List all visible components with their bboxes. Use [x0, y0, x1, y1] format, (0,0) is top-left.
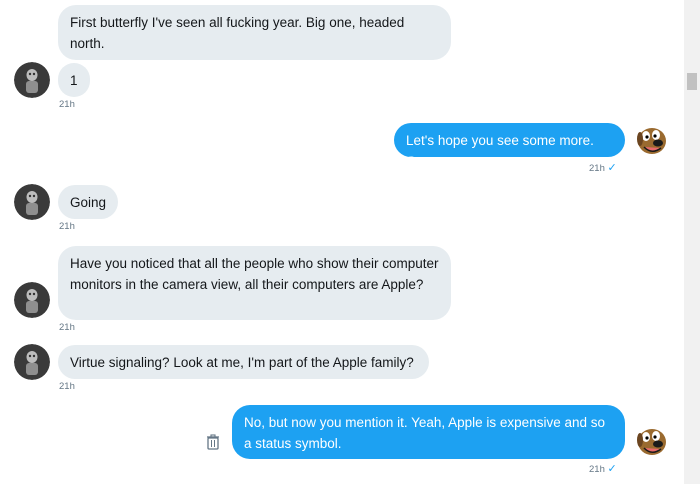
dog-cartoon-avatar-icon — [634, 122, 670, 158]
dog-cartoon-avatar-icon — [634, 423, 670, 459]
timestamp-text: 21h — [589, 163, 605, 174]
read-check-icon: ✓ — [607, 162, 617, 174]
incoming-message-bubble[interactable]: Going — [58, 185, 118, 219]
message-text: First butterfly I've seen all fucking ye… — [70, 15, 405, 51]
incoming-message-bubble[interactable]: First butterfly I've seen all fucking ye… — [58, 5, 451, 60]
message-text: Have you noticed that all the people who… — [70, 256, 439, 292]
robot-avatar-icon — [14, 184, 50, 220]
incoming-message-bubble[interactable]: Virtue signaling? Look at me, I'm part o… — [58, 345, 429, 379]
incoming-message-bubble[interactable]: 1 — [58, 63, 90, 97]
read-check-icon: ✓ — [607, 463, 617, 475]
incoming-avatar[interactable] — [14, 282, 50, 318]
robot-avatar-icon — [14, 62, 50, 98]
incoming-message-bubble[interactable]: Have you noticed that all the people who… — [58, 246, 451, 320]
message-text: Virtue signaling? Look at me, I'm part o… — [70, 355, 414, 370]
message-timestamp: 21h — [59, 99, 75, 110]
scrollbar-thumb[interactable] — [687, 73, 697, 90]
delete-message-button[interactable] — [206, 434, 220, 450]
robot-avatar-icon — [14, 344, 50, 380]
outgoing-message-bubble[interactable]: No, but now you mention it. Yeah, Apple … — [232, 405, 625, 459]
outgoing-avatar[interactable] — [634, 423, 670, 459]
message-timestamp: 21h ✓ — [589, 463, 617, 476]
incoming-avatar[interactable] — [14, 62, 50, 98]
trash-icon — [207, 434, 219, 450]
message-thread: First butterfly I've seen all fucking ye… — [0, 0, 684, 484]
message-text: 1 — [70, 73, 78, 88]
vertical-scrollbar[interactable] — [684, 0, 700, 484]
incoming-avatar[interactable] — [14, 344, 50, 380]
incoming-avatar[interactable] — [14, 184, 50, 220]
outgoing-avatar[interactable] — [634, 122, 670, 158]
message-text: No, but now you mention it. Yeah, Apple … — [244, 415, 605, 451]
message-text: Let's hope you see some more. Go — [406, 133, 594, 169]
message-text: Going — [70, 195, 107, 210]
message-timestamp: 21h — [59, 381, 75, 392]
message-timestamp: 21h — [59, 322, 75, 333]
outgoing-message-bubble[interactable]: Let's hope you see some more. Go — [394, 123, 625, 169]
timestamp-text: 21h — [589, 464, 605, 475]
message-timestamp: 21h — [59, 221, 75, 232]
robot-avatar-icon — [14, 282, 50, 318]
message-timestamp: 21h ✓ — [589, 162, 617, 175]
